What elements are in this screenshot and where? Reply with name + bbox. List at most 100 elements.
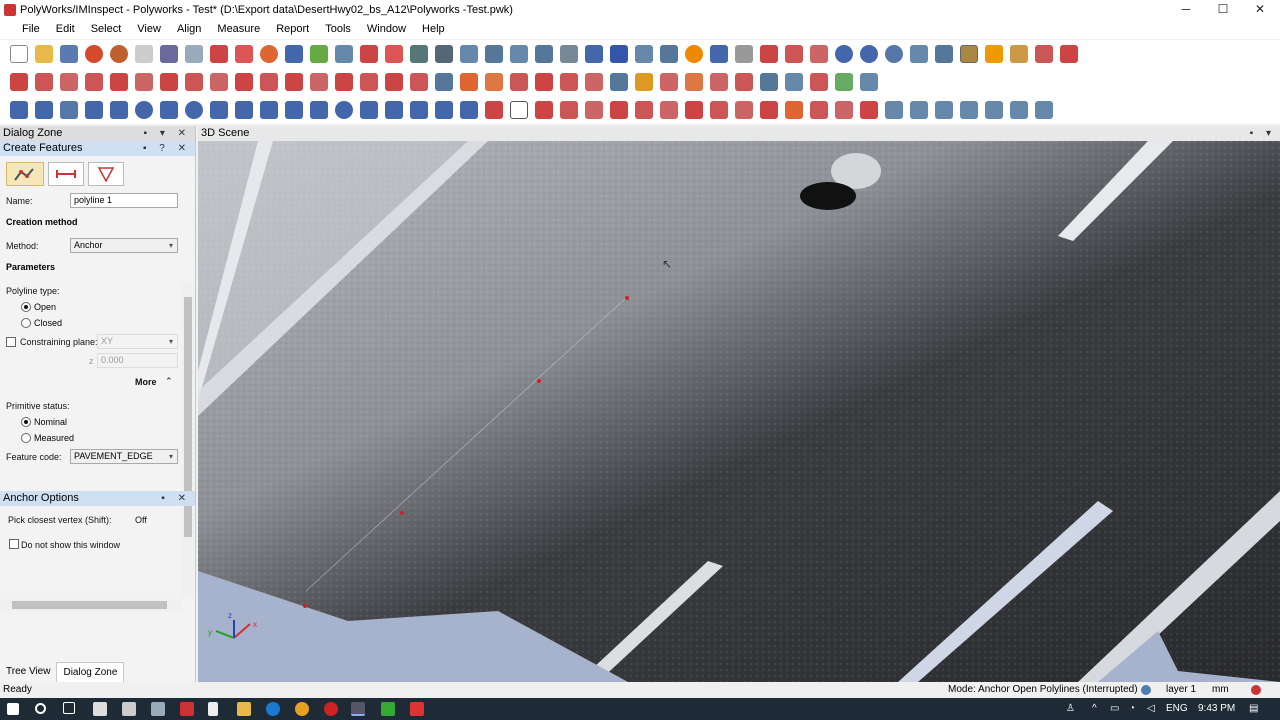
scene-header-buttons[interactable]: ▪ ▾ [1250,126,1276,141]
color-bar-icon[interactable] [1010,45,1028,63]
menu-file[interactable]: File [14,19,48,39]
chip-alt-icon[interactable] [560,101,578,119]
box-icon[interactable] [835,73,853,91]
notepad-icon[interactable] [208,702,218,716]
warning-icon[interactable] [985,45,1003,63]
anchor-options-header-buttons[interactable]: ▪ ✕ [161,491,191,506]
tree-icon[interactable] [460,101,478,119]
maximize-button[interactable]: ☐ [1205,0,1241,19]
tab-tree-view[interactable]: Tree View [0,662,56,682]
feature-code-select[interactable]: PAVEMENT_EDGE ▾ [70,449,178,464]
spiral-icon[interactable] [685,73,703,91]
key-icon[interactable] [810,73,828,91]
curve-tool-icon[interactable] [160,73,178,91]
hexagon-icon[interactable] [210,73,228,91]
curve-edit-icon[interactable] [60,73,78,91]
vertical-scrollbar[interactable] [182,283,194,598]
app-icon-4[interactable] [381,702,395,716]
branch-icon[interactable] [960,101,978,119]
triangle-outline-icon[interactable] [510,101,528,119]
extend-icon[interactable] [360,73,378,91]
name-field[interactable]: polyline 1 [70,193,178,208]
redo-disabled-icon[interactable] [135,45,153,63]
trim-icon[interactable] [285,73,303,91]
grid-tool-icon[interactable] [810,101,828,119]
scan-icon[interactable] [335,45,353,63]
magnify-icon[interactable] [835,45,853,63]
cone-icon[interactable] [310,101,328,119]
eye-icon[interactable] [885,45,903,63]
anchor-point[interactable] [400,511,404,515]
chevron-up-tray-icon[interactable]: ^ [1092,698,1097,720]
polygon-feature-icon[interactable] [235,101,253,119]
triangle-icon[interactable] [860,73,878,91]
camera-icon[interactable] [535,45,553,63]
scissor-icon[interactable] [235,73,253,91]
light-icon[interactable] [635,73,653,91]
wand-icon[interactable] [685,101,703,119]
join-icon[interactable] [335,73,353,91]
offset-icon[interactable] [385,73,403,91]
polyworks-taskbar-icon[interactable] [351,702,365,716]
torus-icon[interactable] [360,101,378,119]
surface-icon[interactable] [410,101,428,119]
gear-alt-icon[interactable] [485,73,503,91]
plane-icon[interactable] [110,101,128,119]
line-tool-icon[interactable] [385,45,403,63]
status-unit[interactable]: mm [1212,682,1229,698]
binary-icon[interactable] [235,45,253,63]
plus-icon[interactable] [610,73,628,91]
line-icon[interactable] [85,101,103,119]
split-icon[interactable] [310,73,328,91]
text-icon[interactable] [1010,101,1028,119]
volume-icon[interactable]: ◁ [1147,698,1155,720]
arc-icon[interactable] [135,73,153,91]
more-button[interactable]: More [135,377,157,387]
battery-icon[interactable]: ▭ [1110,698,1119,720]
stack-icon[interactable] [835,101,853,119]
edge-icon[interactable] [535,101,553,119]
shape-icon[interactable] [485,45,503,63]
spline-icon[interactable] [85,73,103,91]
menu-report[interactable]: Report [268,19,317,39]
network-icon[interactable] [410,45,428,63]
arc-feature-icon[interactable] [160,101,178,119]
horizontal-scrollbar-thumb[interactable] [12,601,167,609]
merge-icon[interactable] [985,101,1003,119]
anchor-point[interactable] [537,379,541,383]
rotate-icon[interactable] [785,73,803,91]
stamp-icon[interactable] [785,101,803,119]
snap-icon[interactable] [410,73,428,91]
display-active-icon[interactable] [960,45,978,63]
chevron-up-icon[interactable]: ⌃ [165,376,173,387]
distance-icon[interactable] [485,101,503,119]
folder-tool-icon[interactable] [660,73,678,91]
sphere-icon[interactable] [335,101,353,119]
list-icon[interactable] [710,45,728,63]
menu-tools[interactable]: Tools [317,19,359,39]
store-icon[interactable] [93,702,107,716]
chip-icon[interactable] [510,73,528,91]
app-icon-3[interactable] [324,702,338,716]
search-icon[interactable] [35,703,46,714]
frame-icon[interactable] [635,45,653,63]
distribute-icon[interactable] [935,101,953,119]
redo-icon[interactable] [110,45,128,63]
window-icon[interactable] [460,73,478,91]
grid-icon[interactable] [460,45,478,63]
feature-icon[interactable] [10,73,28,91]
constraining-plane-checkbox[interactable] [6,337,16,347]
arrow-icon[interactable] [510,45,528,63]
print-icon[interactable] [160,45,178,63]
distance-feature-button[interactable] [48,162,84,186]
nominal-radio[interactable] [21,417,31,427]
windows-start-icon[interactable] [7,703,19,715]
circle-icon[interactable] [135,101,153,119]
pen-icon[interactable] [435,73,453,91]
settings-icon[interactable] [1060,45,1078,63]
sparkle-icon[interactable] [860,101,878,119]
menu-measure[interactable]: Measure [209,19,268,39]
anchor-point[interactable] [625,296,629,300]
people-icon[interactable]: ♙ [1066,698,1075,720]
notifications-icon[interactable]: ▤ [1249,698,1258,720]
